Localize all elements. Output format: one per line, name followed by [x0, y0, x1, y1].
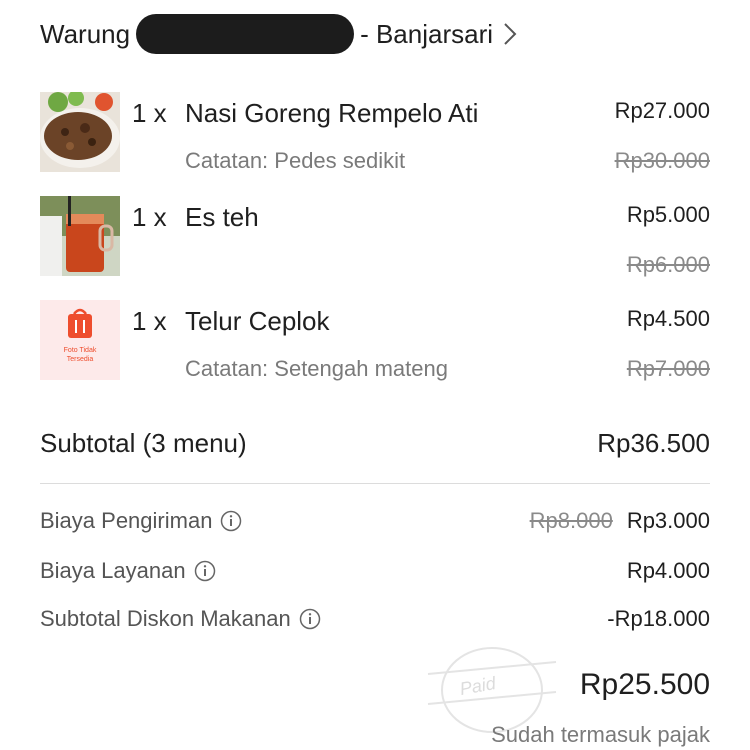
subtotal-label: Subtotal (3 menu) — [40, 428, 247, 458]
info-icon[interactable] — [220, 510, 242, 532]
order-item: Foto Tidak Tersedia 1 x Telur Ceplok Cat… — [40, 300, 710, 382]
fee-row-service: Biaya Layanan Rp4.000 — [40, 558, 710, 584]
order-item: 1 x Nasi Goreng Rempelo Ati Catatan: Ped… — [40, 92, 710, 174]
divider — [40, 483, 710, 484]
item-note: Catatan: Pedes sedikit — [185, 148, 406, 173]
item-note: Catatan: Setengah mateng — [185, 356, 448, 381]
fee-row-delivery: Biaya Pengiriman Rp8.000 Rp3.000 — [40, 508, 710, 534]
item-price: Rp5.000 — [626, 202, 710, 227]
item-quantity: 1 x — [132, 98, 167, 128]
paid-stamp-text: Paid — [458, 673, 498, 699]
fee-label: Subtotal Diskon Makanan — [40, 606, 291, 631]
total-value: Rp25.500 — [579, 668, 710, 701]
info-icon[interactable] — [194, 560, 216, 582]
item-quantity: 1 x — [132, 306, 167, 336]
item-name: Nasi Goreng Rempelo Ati — [185, 98, 479, 128]
subtotal-value: Rp36.500 — [597, 428, 710, 458]
item-original-price: Rp6.000 — [626, 252, 710, 277]
placeholder-text-1: Foto Tidak — [64, 347, 97, 354]
fee-value: Rp3.000 — [626, 508, 710, 533]
fee-value: -Rp18.000 — [607, 606, 710, 631]
item-quantity: 1 x — [132, 202, 167, 232]
fee-row-discount: Subtotal Diskon Makanan -Rp18.000 — [40, 606, 710, 632]
restaurant-name-prefix: Warung — [40, 18, 131, 49]
fee-value: Rp4.000 — [626, 558, 710, 583]
item-original-price: Rp7.000 — [626, 356, 710, 381]
food-bag-icon: Foto Tidak Tersedia — [64, 308, 97, 363]
fee-original-value: Rp8.000 — [529, 508, 613, 533]
item-name: Es teh — [185, 202, 259, 232]
chevron-right-icon[interactable] — [501, 21, 519, 47]
photo-placeholder: Foto Tidak Tersedia — [40, 300, 120, 380]
item-price: Rp4.500 — [626, 306, 710, 331]
placeholder-text-2: Tersedia — [67, 356, 94, 363]
tax-note: Sudah termasuk pajak — [491, 722, 710, 747]
item-name: Telur Ceplok — [185, 306, 330, 336]
item-original-price: Rp30.000 — [614, 148, 710, 173]
redacted-block — [136, 14, 355, 54]
item-photo — [40, 92, 120, 172]
restaurant-branch: - Banjarsari — [360, 18, 494, 49]
order-item: 1 x Es teh Rp5.000 Rp6.000 — [40, 196, 710, 278]
item-photo — [40, 196, 120, 276]
subtotal-row: Subtotal (3 menu) Rp36.500 — [40, 428, 710, 459]
fee-label: Biaya Layanan — [40, 558, 186, 583]
restaurant-header[interactable]: Warung - Banjarsari — [40, 14, 519, 54]
item-price: Rp27.000 — [614, 98, 710, 123]
fee-label: Biaya Pengiriman — [40, 508, 213, 533]
info-icon[interactable] — [299, 608, 321, 630]
